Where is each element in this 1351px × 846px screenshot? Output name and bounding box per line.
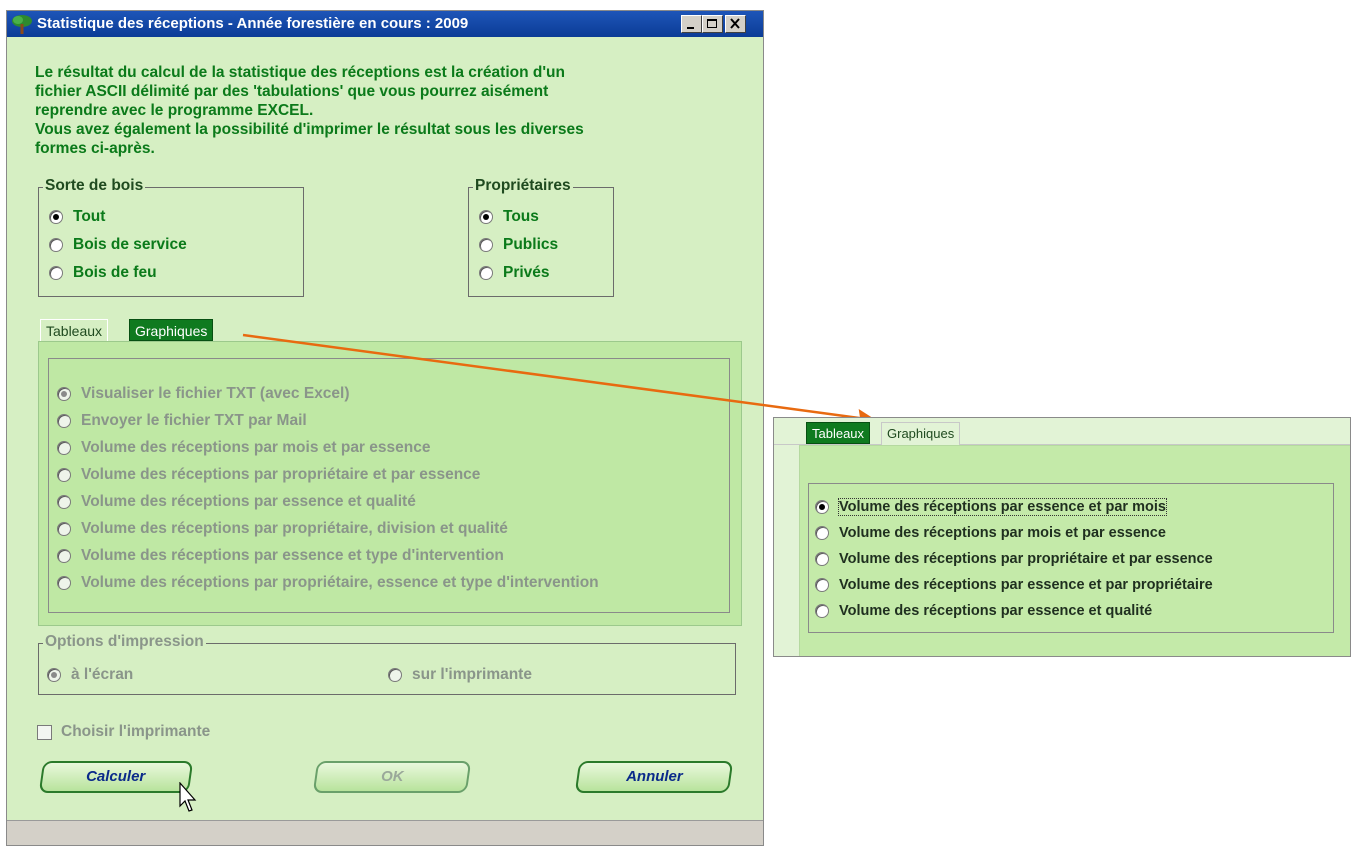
graphiques-options-box: Volume des réceptions par essence et par… xyxy=(808,483,1334,633)
radio-selected-icon xyxy=(815,500,829,514)
radio-icon xyxy=(815,552,829,566)
radio-graph-essence-qualite[interactable]: Volume des réceptions par essence et qua… xyxy=(815,603,1152,619)
radio-label: Volume des réceptions par essence et par… xyxy=(839,577,1213,593)
radio-label: Volume des réceptions par essence et par… xyxy=(838,498,1167,516)
radio-graph-essence-mois[interactable]: Volume des réceptions par essence et par… xyxy=(815,498,1167,516)
radio-label: Volume des réceptions par essence et qua… xyxy=(839,603,1153,619)
graphiques-preview-panel: Tableaux Graphiques Volume des réception… xyxy=(773,417,1351,657)
radio-graph-mois-essence[interactable]: Volume des réceptions par mois et par es… xyxy=(815,525,1166,541)
radio-icon xyxy=(815,604,829,618)
radio-graph-essence-proprietaire[interactable]: Volume des réceptions par essence et par… xyxy=(815,577,1213,593)
radio-icon xyxy=(815,526,829,540)
radio-graph-proprietaire-essence[interactable]: Volume des réceptions par propriétaire e… xyxy=(815,551,1213,567)
graphiques-tab-panel: Volume des réceptions par essence et par… xyxy=(799,445,1350,656)
tab-graphiques-preview[interactable]: Graphiques xyxy=(881,422,961,445)
radio-label: Volume des réceptions par mois et par es… xyxy=(839,525,1166,541)
tab-tableaux-preview[interactable]: Tableaux xyxy=(806,422,871,444)
radio-icon xyxy=(815,578,829,592)
radio-label: Volume des réceptions par propriétaire e… xyxy=(839,551,1213,567)
